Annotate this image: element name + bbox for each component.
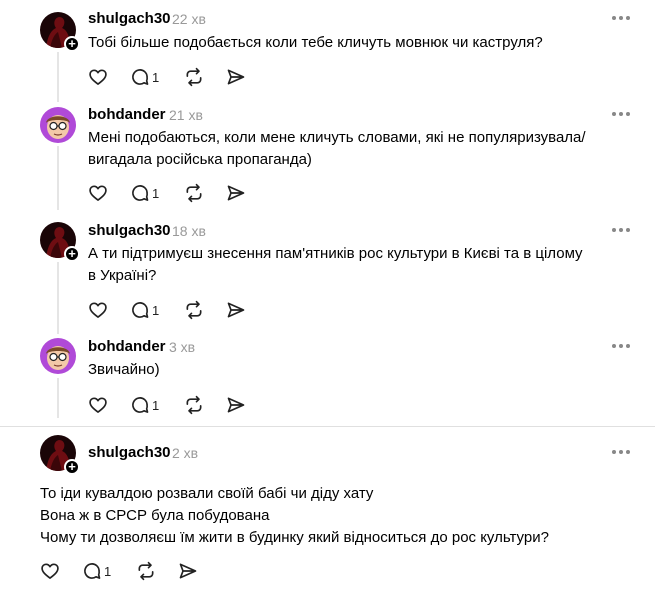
avatar[interactable]: + bbox=[40, 12, 80, 52]
more-options-icon[interactable] bbox=[612, 112, 632, 118]
post-text-line: Вона ж в СРСР була побудована bbox=[40, 507, 270, 524]
thread-line bbox=[57, 262, 59, 334]
reply-button[interactable]: 1 bbox=[130, 67, 170, 87]
comment-icon bbox=[132, 397, 149, 413]
more-options-icon[interactable] bbox=[612, 450, 632, 456]
username[interactable]: bohdander bbox=[88, 106, 166, 123]
timestamp[interactable]: 22 хв bbox=[172, 11, 206, 27]
more-options-icon[interactable] bbox=[612, 344, 632, 350]
heart-icon[interactable] bbox=[40, 561, 60, 581]
post-text: То іди кувалдою розвали своїй бабі чи ді… bbox=[40, 483, 549, 549]
avatar[interactable] bbox=[40, 107, 76, 143]
reply-count: 1 bbox=[152, 186, 160, 201]
send-icon[interactable] bbox=[226, 300, 246, 320]
post-text-line: Мені подобаються, коли мене кличуть слов… bbox=[88, 129, 586, 146]
comment-icon bbox=[132, 302, 149, 318]
thread-line bbox=[57, 378, 59, 418]
reply-button[interactable]: 1 bbox=[82, 561, 122, 581]
comment-icon bbox=[132, 185, 149, 201]
avatar[interactable] bbox=[40, 338, 76, 374]
repost-icon[interactable] bbox=[184, 395, 204, 415]
comment-icon bbox=[84, 563, 101, 579]
repost-icon[interactable] bbox=[184, 183, 204, 203]
heart-icon[interactable] bbox=[88, 395, 108, 415]
send-icon[interactable] bbox=[226, 183, 246, 203]
username[interactable]: bohdander bbox=[88, 338, 166, 355]
more-options-icon[interactable] bbox=[612, 16, 632, 22]
post-text-line: в Україні? bbox=[88, 267, 157, 284]
reply-count: 1 bbox=[104, 564, 112, 579]
heart-icon[interactable] bbox=[88, 183, 108, 203]
timestamp[interactable]: 18 хв bbox=[172, 223, 206, 239]
reply-button[interactable]: 1 bbox=[130, 183, 170, 203]
timestamp[interactable]: 2 хв bbox=[172, 445, 198, 461]
post-text: Тобі більше подобається коли тебе кличут… bbox=[88, 32, 543, 54]
reply-button[interactable]: 1 bbox=[130, 395, 170, 415]
reply-count: 1 bbox=[152, 303, 160, 318]
post-text: Звичайно) bbox=[88, 359, 160, 381]
username[interactable]: shulgach30 bbox=[88, 444, 171, 461]
repost-icon[interactable] bbox=[136, 561, 156, 581]
reply-button[interactable]: 1 bbox=[130, 300, 170, 320]
thread-line bbox=[57, 146, 59, 210]
username[interactable]: shulgach30 bbox=[88, 222, 171, 239]
send-icon[interactable] bbox=[226, 395, 246, 415]
avatar[interactable]: + bbox=[40, 435, 80, 475]
timestamp[interactable]: 21 хв bbox=[169, 107, 203, 123]
divider bbox=[0, 426, 655, 427]
post-text-line: Звичайно) bbox=[88, 361, 160, 378]
heart-icon[interactable] bbox=[88, 67, 108, 87]
post-text-line: Чому ти дозволяєш їм жити в будинку який… bbox=[40, 529, 549, 546]
post-text: А ти підтримуєш знесення пам'ятників рос… bbox=[88, 243, 583, 287]
follow-plus-icon[interactable]: + bbox=[64, 459, 80, 475]
post-text-line: Тобі більше подобається коли тебе кличут… bbox=[88, 34, 543, 51]
send-icon[interactable] bbox=[178, 561, 198, 581]
username[interactable]: shulgach30 bbox=[88, 10, 171, 27]
post-text-line: То іди кувалдою розвали своїй бабі чи ді… bbox=[40, 485, 374, 502]
send-icon[interactable] bbox=[226, 67, 246, 87]
post-text-line: вигадала російська пропаганда) bbox=[88, 151, 312, 168]
timestamp[interactable]: 3 хв bbox=[169, 339, 195, 355]
follow-plus-icon[interactable]: + bbox=[64, 246, 80, 262]
post-text-line: А ти підтримуєш знесення пам'ятників рос… bbox=[88, 245, 583, 262]
reply-count: 1 bbox=[152, 70, 160, 85]
repost-icon[interactable] bbox=[184, 67, 204, 87]
thread-line bbox=[57, 52, 59, 102]
more-options-icon[interactable] bbox=[612, 228, 632, 234]
heart-icon[interactable] bbox=[88, 300, 108, 320]
repost-icon[interactable] bbox=[184, 300, 204, 320]
avatar[interactable]: + bbox=[40, 222, 80, 262]
comment-icon bbox=[132, 69, 149, 85]
reply-count: 1 bbox=[152, 398, 160, 413]
follow-plus-icon[interactable]: + bbox=[64, 36, 80, 52]
post-text: Мені подобаються, коли мене кличуть слов… bbox=[88, 127, 586, 171]
